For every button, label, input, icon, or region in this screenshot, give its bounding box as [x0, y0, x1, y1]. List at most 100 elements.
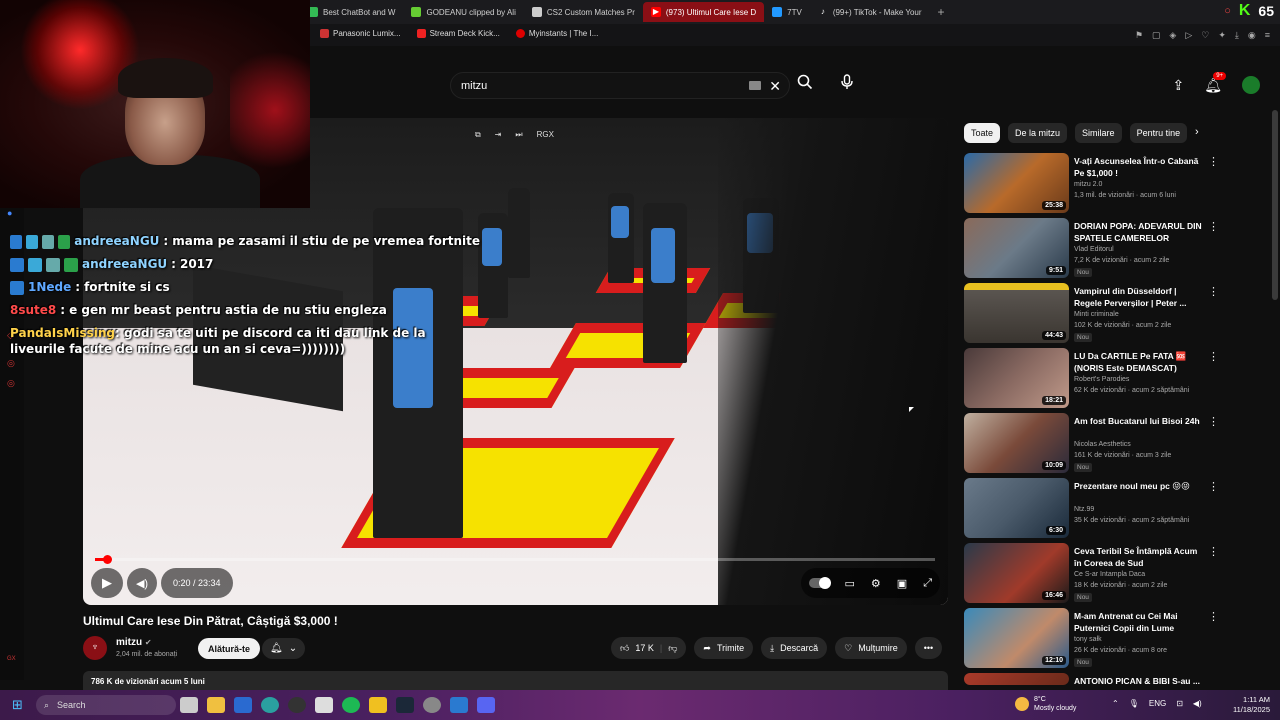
recommendation-item[interactable]: 6:30 Prezentare noul meu pc 😝😝 Ntz.99 35… [964, 478, 1224, 543]
tray-chevron-icon[interactable]: ⌃ [1112, 699, 1119, 708]
chevron-right-icon[interactable]: › [1195, 126, 1199, 138]
video-thumbnail[interactable]: 6:30 [964, 478, 1069, 538]
taskbar-clock[interactable]: 1:11 AM 11/18/2025 [1233, 695, 1270, 715]
more-vert-icon[interactable]: ⋮ [1208, 545, 1219, 558]
settings-gear-icon[interactable]: ⚙ [871, 577, 881, 590]
weather-widget[interactable]: 8°C Mostly cloudy [1015, 695, 1076, 713]
volume-button[interactable]: ◀︎) [127, 568, 157, 598]
chip-all[interactable]: Toate [964, 123, 1001, 143]
browser-tab[interactable]: CS2 Custom Matches Pr [524, 2, 643, 22]
menu-icon[interactable]: ≡ [1265, 30, 1270, 41]
browser-tab-active[interactable]: ▶ (973) Ultimul Care Iese D [642, 2, 765, 22]
video-title[interactable]: Prezentare noul meu pc 😝😝 [1074, 480, 1204, 492]
spotify-icon[interactable] [342, 697, 360, 713]
network-icon[interactable]: ⊡ [1176, 699, 1183, 708]
bookmark-item[interactable]: Myinstants | The I... [515, 29, 598, 38]
more-vert-icon[interactable]: ⋮ [1208, 350, 1219, 363]
download-button[interactable]: ⤓ Descarcă [761, 637, 828, 659]
recommendation-item[interactable]: 16:46 Ceva Teribil Se Întâmplă Acum în C… [964, 543, 1224, 608]
subscription-bell-button[interactable]: 🔔︎ ⌄ [262, 638, 306, 659]
enter-icon[interactable]: ⇥ [495, 130, 502, 140]
chip-related[interactable]: Similare [1075, 123, 1122, 143]
more-vert-icon[interactable]: ⋮ [1208, 415, 1219, 428]
video-thumbnail[interactable]: 16:46 [964, 543, 1069, 603]
rail-icon[interactable]: ● [7, 208, 17, 218]
upload-icon[interactable]: ⇪ [1172, 77, 1184, 94]
browser-tab[interactable]: Best ChatBot and W [300, 2, 403, 22]
autoplay-toggle[interactable] [808, 577, 831, 589]
new-tab-button[interactable]: + [930, 5, 953, 19]
obs-icon[interactable] [288, 697, 306, 713]
recommendation-item[interactable]: 12:10 M-am Antrenat cu Cei Mai Puternici… [964, 608, 1224, 673]
volume-icon[interactable]: ◀︎) [1193, 699, 1202, 708]
chip-for-you[interactable]: Pentru tine [1129, 123, 1188, 143]
task-view-icon[interactable] [180, 697, 198, 713]
video-thumbnail[interactable]: 12:10 [964, 608, 1069, 668]
more-vert-icon[interactable]: ⋮ [1208, 610, 1219, 623]
browser-tab[interactable]: 7TV [764, 2, 810, 22]
channel-name[interactable]: Nicolas Aesthetics [1074, 441, 1131, 448]
heart-icon[interactable]: ♡ [1201, 30, 1209, 41]
channel-name[interactable]: mitzu ✔ [116, 637, 152, 648]
search-input[interactable]: mitzu ✕ [450, 72, 790, 99]
channel-avatar[interactable]: ♆ [83, 636, 107, 660]
file-explorer-icon[interactable] [207, 697, 225, 713]
pip-icon[interactable]: ⧉ [475, 130, 481, 140]
progress-bar[interactable] [95, 555, 935, 564]
rail-icon[interactable]: ◎ [7, 378, 17, 388]
voice-search-button[interactable] [836, 74, 858, 96]
windows-start-icon[interactable]: ⊞ [12, 698, 26, 712]
screenshot-icon[interactable]: ▢ [1152, 30, 1161, 41]
channel-name[interactable]: Vlad Editorul [1074, 246, 1114, 253]
recommendation-item[interactable]: 10:09 Am fost Bucatarul lui Bisoi 24h Ni… [964, 413, 1224, 478]
like-button[interactable]: 👍︎ 17 K | 👎︎ [611, 637, 687, 659]
description-box[interactable]: 786 K de vizionări acum 5 luni [83, 671, 948, 691]
bookmark-item[interactable]: Stream Deck Kick... [416, 29, 500, 38]
more-vert-icon[interactable]: ⋮ [1208, 285, 1219, 298]
chip-from-channel[interactable]: De la mitzu [1008, 123, 1068, 143]
video-thumbnail[interactable]: 9:51 [964, 218, 1069, 278]
recommendation-item[interactable]: 18:21 LU Da CARTILE Pe FATA 🆘 (NORIS Est… [964, 348, 1224, 413]
video-title[interactable]: ANTONIO PICAN & BIBI S-au ... [1074, 675, 1204, 687]
video-title[interactable]: DORIAN POPA: ADEVARUL DIN SPATELE CAMERE… [1074, 220, 1204, 244]
fullscreen-icon[interactable]: ⤢ [923, 577, 932, 590]
subtitles-icon[interactable]: ▭ [845, 577, 855, 590]
browser-tab[interactable]: ♪ (99+) TikTok - Make Your [810, 2, 930, 22]
video-title[interactable]: M-am Antrenat cu Cei Mai Puternici Copii… [1074, 610, 1204, 634]
play-icon[interactable]: ▷ [1185, 30, 1192, 41]
browser-tab[interactable]: GODEANU clipped by Ali [403, 2, 523, 22]
progress-scrubber[interactable] [102, 555, 112, 564]
recommendation-item[interactable]: 9:51 DORIAN POPA: ADEVARUL DIN SPATELE C… [964, 218, 1224, 283]
mail-icon[interactable] [234, 697, 252, 713]
language-indicator[interactable]: ENG [1149, 699, 1166, 708]
more-vert-icon[interactable]: ⋮ [1208, 155, 1219, 168]
app-icon[interactable] [450, 697, 468, 713]
theater-mode-icon[interactable]: ▣ [897, 577, 907, 590]
video-thumbnail[interactable]: 10:09 [964, 413, 1069, 473]
shield-icon[interactable]: ◈ [1169, 30, 1176, 41]
channel-name[interactable]: Ce S-ar Intampla Daca [1074, 571, 1145, 578]
thanks-button[interactable]: ♡ Mulțumire [835, 637, 907, 659]
page-scrollbar[interactable] [1272, 110, 1278, 300]
more-vert-icon[interactable]: ⋮ [1208, 220, 1219, 233]
recommendation-item[interactable]: 25:38 V-ați Ascunselea Într-o Cabană Pe … [964, 153, 1224, 218]
bookmark-item[interactable]: Panasonic Lumix... [320, 29, 401, 38]
share-button[interactable]: ➦ Trimite [694, 637, 754, 659]
video-title[interactable]: LU Da CARTILE Pe FATA 🆘 (NORIS Este DEMA… [1074, 350, 1204, 374]
taskbar-search[interactable]: ⌕ Search [36, 695, 176, 715]
channel-name[interactable]: Minti criminale [1074, 311, 1119, 318]
chrome-icon[interactable] [423, 697, 441, 713]
microphone-icon[interactable]: 🎙︎ [1129, 699, 1139, 708]
search-tabs-icon[interactable]: ○ [1224, 5, 1231, 17]
edge-icon[interactable] [261, 697, 279, 713]
notifications-bell-icon[interactable]: 🔔︎ 9+ [1204, 71, 1227, 94]
search-button[interactable] [792, 74, 818, 96]
channel-name[interactable]: Ntz.99 [1074, 506, 1094, 513]
video-thumbnail[interactable]: 44:43 [964, 283, 1069, 343]
channel-name[interactable]: Robert's Parodies [1074, 376, 1129, 383]
video-thumbnail[interactable]: 18:21 [964, 348, 1069, 408]
video-thumbnail[interactable]: 25:38 [964, 153, 1069, 213]
more-actions-button[interactable]: ••• [914, 637, 943, 659]
clear-search-icon[interactable]: ✕ [769, 78, 781, 95]
channel-name[interactable]: tony sałk [1074, 636, 1102, 643]
